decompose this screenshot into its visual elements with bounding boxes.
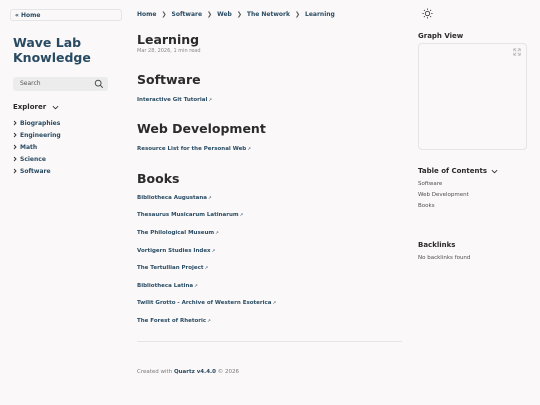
external-link-icon: ↗ (194, 284, 198, 289)
link-text: Thesaurus Musicarum Latinarum (137, 212, 239, 218)
breadcrumb-item[interactable]: Web (217, 11, 232, 18)
section-heading-software: Software (137, 72, 201, 87)
chevron-right-icon (13, 132, 17, 138)
external-link-icon: ↗ (208, 196, 212, 201)
toc-title: Table of Contents (418, 167, 488, 175)
external-link[interactable]: Vortigern Studies Index↗ (137, 248, 215, 254)
footer-divider (137, 341, 402, 342)
toc-list: Software Web Development Books (418, 181, 469, 214)
folder-item[interactable]: Math (13, 141, 61, 153)
chevron-right-icon (13, 156, 17, 162)
external-link-icon: ↗ (215, 231, 219, 236)
folder-label: Math (20, 143, 38, 151)
breadcrumb-item[interactable]: The Network (247, 11, 290, 18)
graph-view[interactable] (418, 43, 527, 150)
breadcrumb-separator: ❯ (207, 11, 213, 18)
link-text: Twilit Grotto - Archive of Western Esote… (137, 300, 272, 306)
graph-view-title: Graph View (418, 32, 464, 40)
chevron-down-icon (52, 105, 59, 109)
external-link-icon: ↗ (208, 98, 213, 103)
external-link-icon: ↗ (239, 213, 244, 218)
link-text: Interactive Git Tutorial (137, 97, 208, 103)
footer: Created with Quartz v4.4.0 © 2026 (137, 369, 239, 375)
folder-label: Biographies (20, 119, 61, 127)
chevron-right-icon (13, 144, 17, 150)
backlinks-title: Backlinks (418, 241, 456, 249)
site-title[interactable]: Wave Lab Knowledge (13, 35, 91, 65)
quartz-link[interactable]: Quartz v4.4.0 (174, 369, 216, 375)
footer-copyright: © 2026 (217, 369, 239, 375)
page-title: Learning (137, 32, 200, 47)
folder-label: Software (20, 167, 51, 175)
external-link[interactable]: The Philological Museum↗ (137, 230, 219, 236)
link-text: The Philological Museum (137, 230, 215, 236)
section-heading-web-development: Web Development (137, 121, 266, 136)
link-text: The Tertullian Project (137, 265, 204, 271)
folder-item[interactable]: Software (13, 165, 61, 177)
breadcrumb-item[interactable]: Learning (305, 11, 335, 18)
search-input[interactable]: Search (13, 77, 108, 91)
expand-graph-icon[interactable] (513, 48, 521, 56)
external-link[interactable]: Interactive Git Tutorial↗ (137, 97, 212, 103)
site-title-line1: Wave Lab (13, 35, 82, 50)
external-link-icon: ↗ (204, 266, 209, 271)
breadcrumb-item[interactable]: Software (172, 11, 203, 18)
explorer-folder-list: Biographies Engineering Math Science Sof… (13, 117, 61, 177)
breadcrumb-separator: ❯ (236, 11, 242, 18)
site-title-line2: Knowledge (13, 50, 91, 65)
breadcrumb-separator: ❯ (161, 11, 167, 18)
external-link[interactable]: Bibliotheca Latina↗ (137, 283, 198, 289)
link-text: Resource List for the Personal Web (137, 146, 247, 152)
external-link[interactable]: Bibliotheca Augustana↗ (137, 195, 212, 201)
toc-item[interactable]: Books (418, 203, 469, 214)
link-text: Bibliotheca Latina (137, 283, 194, 289)
home-button[interactable]: « Home (10, 9, 122, 21)
external-link[interactable]: Thesaurus Musicarum Latinarum↗ (137, 212, 243, 218)
chevron-right-icon (13, 120, 17, 126)
search-icon (94, 79, 104, 89)
page-date: Mar 28, 2026 (137, 48, 171, 54)
external-link[interactable]: Twilit Grotto - Archive of Western Esote… (137, 300, 276, 306)
external-link[interactable]: Resource List for the Personal Web↗ (137, 146, 251, 152)
breadcrumb-item[interactable]: Home (137, 11, 156, 18)
footer-prefix: Created with (137, 369, 173, 375)
breadcrumb: Home ❯ Software ❯ Web ❯ The Network ❯ Le… (137, 11, 335, 18)
search-placeholder: Search (20, 80, 41, 87)
toc-item[interactable]: Software (418, 181, 469, 192)
folder-item[interactable]: Engineering (13, 129, 61, 141)
section-heading-books: Books (137, 171, 180, 186)
link-text: The Forest of Rhetoric (137, 318, 207, 324)
read-time: 1 min read (173, 48, 201, 54)
external-link-icon: ↗ (247, 147, 252, 152)
meta-separator: , (170, 48, 172, 54)
folder-label: Engineering (20, 131, 61, 139)
toc-toggle[interactable]: Table of Contents (418, 167, 498, 175)
chevron-down-icon (491, 169, 498, 173)
chevron-right-icon (13, 168, 17, 174)
page-meta: Mar 28, 2026, 1 min read (137, 48, 201, 54)
explorer-label: Explorer (13, 103, 47, 111)
external-link[interactable]: The Tertullian Project↗ (137, 265, 208, 271)
toc-item[interactable]: Web Development (418, 192, 469, 203)
external-link-icon: ↗ (272, 301, 277, 306)
external-link-icon: ↗ (211, 249, 216, 254)
link-text: Vortigern Studies Index (137, 248, 211, 254)
folder-item[interactable]: Science (13, 153, 61, 165)
link-text: Bibliotheca Augustana (137, 195, 207, 201)
external-link-icon: ↗ (207, 319, 211, 324)
sun-icon[interactable] (422, 8, 433, 19)
external-link[interactable]: The Forest of Rhetoric↗ (137, 318, 211, 324)
explorer-toggle[interactable]: Explorer (13, 103, 59, 111)
folder-label: Science (20, 155, 46, 163)
folder-item[interactable]: Biographies (13, 117, 61, 129)
breadcrumb-separator: ❯ (295, 11, 301, 18)
backlinks-empty-text: No backlinks found (418, 255, 471, 261)
